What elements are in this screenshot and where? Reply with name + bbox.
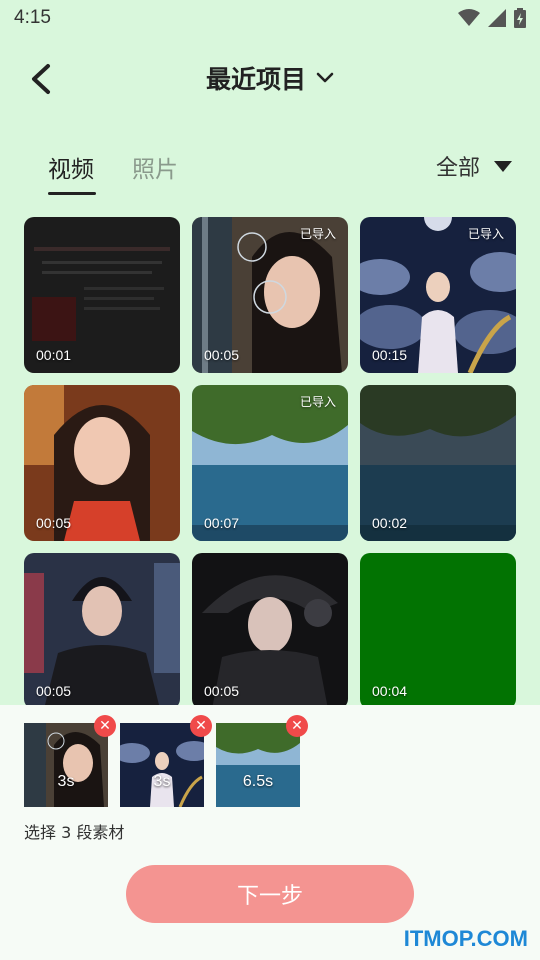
- clip-length: 6.5s: [242, 773, 274, 790]
- media-item[interactable]: 00:04: [360, 553, 516, 709]
- video-duration: 00:05: [204, 683, 240, 699]
- selected-clip[interactable]: 6.5s ✕: [216, 715, 308, 807]
- video-duration: 00:05: [36, 683, 72, 699]
- video-duration: 00:04: [372, 683, 408, 699]
- media-tabs: 视频 照片 全部: [0, 140, 540, 200]
- chevron-down-icon: [316, 72, 334, 83]
- media-item[interactable]: 00:01: [24, 217, 180, 373]
- video-duration: 00:07: [204, 515, 240, 531]
- video-duration: 00:15: [372, 347, 408, 363]
- battery-icon: [514, 8, 526, 28]
- media-item[interactable]: 00:05: [24, 385, 180, 541]
- selected-clip[interactable]: 3s ✕: [120, 715, 212, 807]
- tab-active-indicator: [48, 192, 96, 195]
- signal-icon: [488, 9, 506, 27]
- wifi-icon: [458, 9, 480, 26]
- media-item[interactable]: 已导入 00:15: [360, 217, 516, 373]
- media-item[interactable]: 00:05: [192, 553, 348, 709]
- selected-clip[interactable]: 3s ✕: [24, 715, 116, 807]
- media-item[interactable]: 00:02: [360, 385, 516, 541]
- filter-label: 全部: [436, 156, 481, 181]
- media-grid: 00:01 已导入 00:05 已导入 00:15 00:05 已导入 00:0…: [24, 217, 516, 709]
- page-title: 最近项目: [205, 65, 306, 94]
- next-step-button[interactable]: 下一步: [126, 865, 414, 923]
- clip-thumbnail: [216, 723, 300, 807]
- selection-tray: 3s ✕ 3s ✕ 6.5s ✕ 选择 3 段素材 下一步 ITMOP.COM: [0, 705, 540, 960]
- imported-badge: 已导入: [299, 227, 336, 241]
- status-time: 4:15: [14, 7, 51, 28]
- remove-clip-button[interactable]: ✕: [286, 715, 308, 737]
- remove-clip-button[interactable]: ✕: [94, 715, 116, 737]
- video-duration: 00:02: [372, 515, 408, 531]
- header: 最近项目: [0, 52, 540, 106]
- clip-length: 3s: [153, 773, 171, 790]
- status-icons: [458, 8, 526, 28]
- selection-count: 选择 3 段素材: [24, 823, 125, 842]
- tab-photo[interactable]: 照片: [132, 150, 178, 184]
- filter-dropdown[interactable]: 全部: [436, 150, 513, 182]
- status-bar: 4:15: [0, 0, 540, 36]
- video-duration: 00:01: [36, 347, 72, 363]
- tab-video[interactable]: 视频: [48, 150, 94, 184]
- video-duration: 00:05: [204, 347, 240, 363]
- clip-thumbnail: [24, 723, 108, 807]
- imported-badge: 已导入: [299, 395, 336, 409]
- video-duration: 00:05: [36, 515, 72, 531]
- media-item[interactable]: 已导入 00:07: [192, 385, 348, 541]
- triangle-down-icon: [494, 160, 513, 172]
- remove-clip-button[interactable]: ✕: [190, 715, 212, 737]
- media-item[interactable]: 已导入 00:05: [192, 217, 348, 373]
- clip-thumbnail: [120, 723, 204, 807]
- imported-badge: 已导入: [467, 227, 504, 241]
- album-selector[interactable]: 最近项目: [0, 60, 540, 96]
- watermark-logo: ITMOP.COM: [403, 926, 528, 951]
- media-item[interactable]: 00:05: [24, 553, 180, 709]
- clip-length: 3s: [57, 773, 75, 790]
